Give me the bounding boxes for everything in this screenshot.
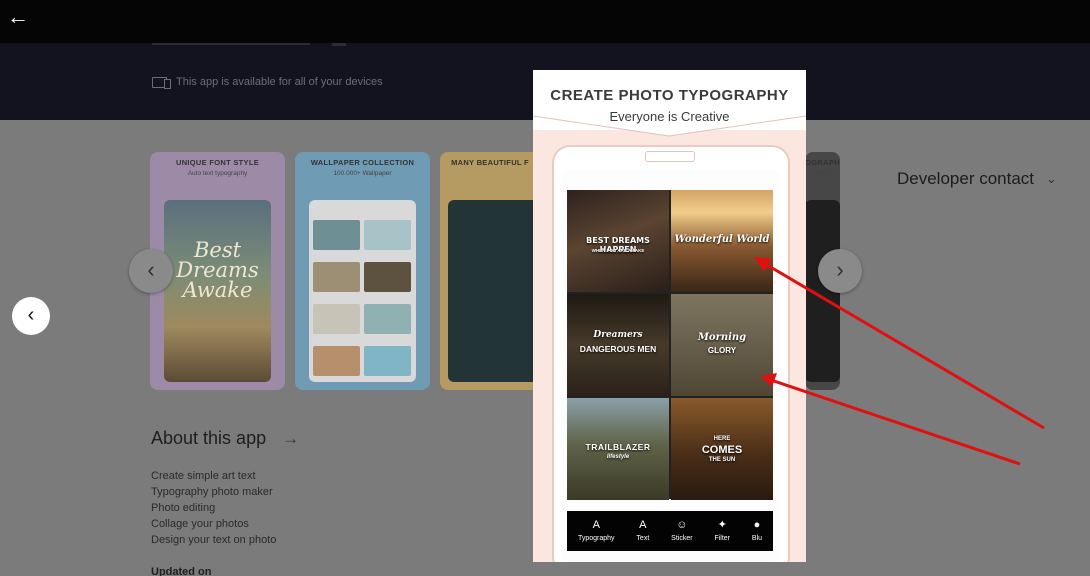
annotation-arrow-2 — [760, 373, 1021, 466]
annotation-arrow-1 — [754, 257, 1045, 430]
annotation-arrows — [754, 257, 1045, 466]
